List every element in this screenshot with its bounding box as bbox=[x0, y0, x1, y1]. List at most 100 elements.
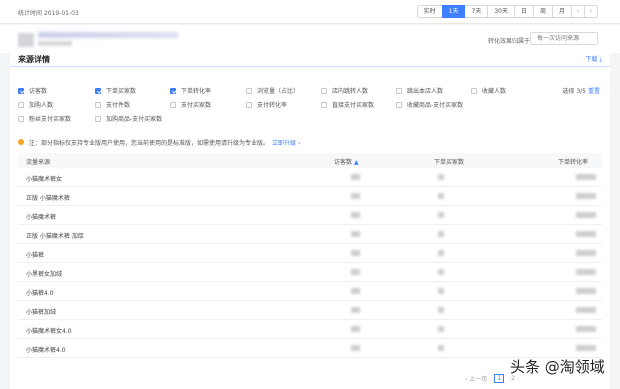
redacted-value bbox=[438, 269, 444, 275]
metric-add-cart[interactable]: 加购人数 bbox=[18, 100, 53, 109]
range-week-button[interactable]: 周 bbox=[532, 5, 553, 18]
range-month-button[interactable]: 月 bbox=[551, 5, 572, 18]
checkbox[interactable] bbox=[396, 101, 402, 108]
metric-pay-conversion[interactable]: 支付转化率 bbox=[246, 100, 287, 109]
checkbox[interactable] bbox=[95, 101, 101, 108]
range-1day-button[interactable]: 1天 bbox=[441, 5, 466, 18]
metric-bounce[interactable]: 跳出本店人数 bbox=[396, 86, 443, 95]
checkbox[interactable] bbox=[170, 101, 176, 108]
source-name: 小猫魔术裤女4.0 bbox=[26, 328, 72, 335]
table-row[interactable]: 小猫裤 bbox=[18, 244, 602, 263]
checkbox[interactable] bbox=[471, 87, 477, 94]
table-row[interactable]: 小猫裤加绒 bbox=[18, 301, 602, 320]
metric-pageviews[interactable]: 浏览量（占比） bbox=[246, 86, 299, 95]
range-30day-button[interactable]: 30天 bbox=[487, 5, 515, 18]
metric-label: 支付买家数 bbox=[181, 102, 212, 109]
metric-favorites[interactable]: 收藏人数 bbox=[471, 86, 506, 95]
checkbox[interactable] bbox=[396, 87, 402, 94]
table-row[interactable]: 小猫魔术裤 bbox=[18, 206, 602, 225]
range-7day-button[interactable]: 7天 bbox=[464, 5, 489, 18]
checkbox[interactable] bbox=[170, 87, 176, 94]
metric-fan-pay[interactable]: 粉丝支付买家数 bbox=[18, 114, 71, 123]
checkbox[interactable] bbox=[246, 87, 252, 94]
redacted-value bbox=[351, 288, 360, 294]
metric-label: 支付件数 bbox=[106, 102, 131, 109]
redacted-value bbox=[438, 250, 444, 256]
tip-text: 注：部分指标仅支持专业版用户使用，您当前使用的是标准版，如需使用请升级为专业版。 bbox=[29, 139, 270, 147]
source-name: 正版 小猫魔术裤 bbox=[26, 195, 70, 202]
metric-label: 直接支付买家数 bbox=[332, 102, 375, 109]
warning-icon bbox=[18, 139, 24, 145]
redacted-value bbox=[438, 326, 444, 332]
table-row[interactable]: 正版 小猫魔术裤 bbox=[18, 187, 602, 206]
redacted-value bbox=[576, 231, 596, 237]
upgrade-link[interactable]: 立即升级 › bbox=[272, 138, 300, 147]
redacted-value bbox=[351, 250, 360, 256]
download-button[interactable]: 下载 ⤓ bbox=[585, 54, 602, 64]
column-header-visitors[interactable]: 访客数 ▲ bbox=[334, 157, 359, 166]
metric-fav-pay[interactable]: 收藏商品-支付买家数 bbox=[396, 100, 463, 109]
metric-label: 跳出本店人数 bbox=[407, 88, 444, 95]
shop-bar: 转化效果归属于： 每一次访问来源 bbox=[0, 25, 620, 53]
table-row[interactable]: 小猫魔术裤女 bbox=[18, 168, 602, 187]
top-bar: 统计时间 2019-01-03 实时 1天 7天 30天 日 周 月 ‹ › bbox=[0, 0, 620, 24]
table-row[interactable]: 小黑裤女加绒 bbox=[18, 263, 602, 282]
redacted-value bbox=[576, 345, 596, 351]
shop-avatar bbox=[18, 33, 34, 47]
metric-direct-pay[interactable]: 直接支付买家数 bbox=[321, 100, 374, 109]
checkbox[interactable] bbox=[18, 115, 24, 122]
redacted-value bbox=[438, 345, 444, 351]
redacted-value bbox=[438, 174, 444, 180]
panel-title: 来源详情 bbox=[18, 55, 50, 64]
chevron-left-icon[interactable]: ‹ bbox=[571, 5, 585, 18]
range-day-button[interactable]: 日 bbox=[513, 5, 534, 18]
checkbox[interactable] bbox=[246, 101, 252, 108]
source-name: 小猫裤4.0 bbox=[26, 290, 54, 297]
table-body: 小猫魔术裤女 正版 小猫魔术裤 小猫魔术裤 正版 小猫魔术裤 加厚 小猫裤 小黑裤女加绒小… bbox=[18, 168, 602, 358]
checkbox[interactable] bbox=[321, 87, 327, 94]
divider bbox=[10, 66, 610, 67]
shop-subtitle-redacted bbox=[38, 41, 72, 46]
chevron-right-icon[interactable]: › bbox=[584, 5, 598, 18]
stat-time-label: 统计时间 2019-01-03 bbox=[18, 10, 79, 17]
source-name: 正版 小猫魔术裤 加厚 bbox=[26, 233, 84, 240]
checkbox[interactable] bbox=[18, 101, 24, 108]
metric-label: 加购人数 bbox=[29, 102, 54, 109]
metric-visitors[interactable]: 访客数 bbox=[18, 86, 47, 95]
redacted-value bbox=[351, 326, 360, 332]
metric-order-buyers[interactable]: 下单买家数 bbox=[95, 86, 136, 95]
metric-inshop-jump[interactable]: 店内跳转人数 bbox=[321, 86, 368, 95]
redacted-value bbox=[576, 288, 596, 294]
table-row[interactable]: 小猫裤4.0 bbox=[18, 282, 602, 301]
redacted-value bbox=[438, 288, 444, 294]
attribution-select[interactable]: 每一次访问来源 bbox=[530, 32, 598, 45]
table-row[interactable]: 正版 小猫魔术裤 加厚 bbox=[18, 225, 602, 244]
metric-label: 收藏人数 bbox=[482, 88, 507, 95]
metric-order-conversion[interactable]: 下单转化率 bbox=[170, 86, 211, 95]
shop-name-redacted bbox=[38, 32, 178, 38]
checkbox[interactable] bbox=[321, 101, 327, 108]
redacted-value bbox=[576, 174, 596, 180]
metric-pay-items[interactable]: 支付件数 bbox=[95, 100, 130, 109]
reset-button[interactable]: 重置 bbox=[588, 88, 600, 95]
metric-pay-buyers[interactable]: 支付买家数 bbox=[170, 100, 211, 109]
source-table: 流量来源 访客数 ▲ 下单买家数 下单转化率 小猫魔术裤女 正版 小猫魔术裤 小猫魔术… bbox=[18, 153, 602, 358]
chevron-right-icon: › bbox=[297, 139, 301, 147]
table-header: 流量来源 访客数 ▲ 下单买家数 下单转化率 bbox=[18, 153, 602, 168]
checkbox[interactable] bbox=[18, 87, 24, 94]
sort-icon: ▲ bbox=[354, 159, 359, 166]
redacted-value bbox=[351, 174, 360, 180]
checkbox[interactable] bbox=[95, 115, 101, 122]
range-realtime-button[interactable]: 实时 bbox=[416, 5, 443, 18]
page-1-button[interactable]: 1 bbox=[494, 374, 505, 383]
source-detail-panel: 来源详情 下载 ⤓ 访客数 下单买家数 下单转化率 浏览量（占比） 店内跳转人数… bbox=[10, 52, 610, 389]
redacted-value bbox=[438, 212, 444, 218]
upgrade-link-label: 立即升级 bbox=[272, 139, 297, 147]
prev-page-button[interactable]: ‹ 上一页 bbox=[465, 374, 487, 383]
redacted-value bbox=[438, 193, 444, 199]
checkbox[interactable] bbox=[95, 87, 101, 94]
table-row[interactable]: 小猫魔术裤女4.0 bbox=[18, 320, 602, 339]
metric-label: 支付转化率 bbox=[257, 102, 288, 109]
metric-cart-pay[interactable]: 加购商品-支付买家数 bbox=[95, 114, 162, 123]
column-header-order-conversion: 下单转化率 bbox=[558, 159, 589, 166]
